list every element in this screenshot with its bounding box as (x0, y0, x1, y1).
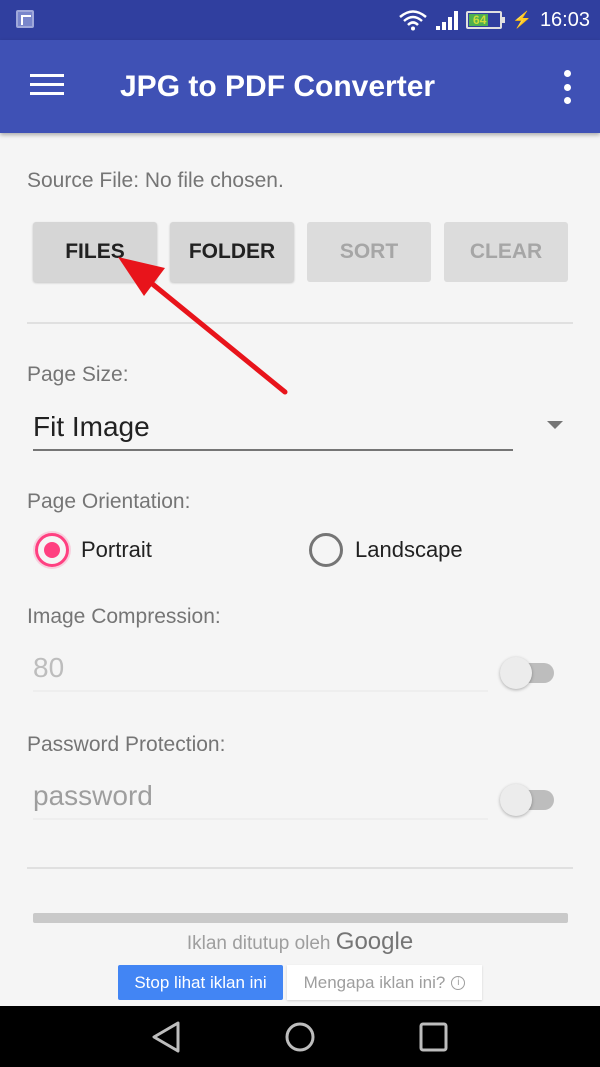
page-orientation-label: Page Orientation: (27, 490, 191, 513)
ad-feedback-buttons: Stop lihat iklan ini Mengapa iklan ini? … (118, 965, 482, 1000)
charging-icon: ⚡ (512, 12, 532, 29)
home-icon[interactable] (284, 1020, 316, 1054)
toggle-thumb (500, 784, 532, 816)
landscape-radio[interactable]: Landscape (309, 533, 463, 567)
info-icon: i (451, 975, 466, 990)
files-button[interactable]: FILES (33, 222, 157, 282)
ad-closed-notice: Iklan ditutup oleh Google (0, 928, 600, 956)
more-vert-icon[interactable] (562, 70, 572, 104)
sort-button[interactable]: SORT (307, 222, 431, 282)
page-size-dropdown[interactable]: Fit Image (33, 405, 563, 453)
password-input[interactable] (33, 780, 488, 820)
wifi-icon (399, 10, 427, 31)
app-bar: JPG to PDF Converter (0, 40, 600, 133)
app-title: JPG to PDF Converter (120, 70, 436, 103)
image-notification-icon (16, 10, 34, 28)
source-file-label: Source File: No file chosen. (27, 169, 284, 192)
folder-button[interactable]: FOLDER (170, 222, 294, 282)
toggle-thumb (500, 657, 532, 689)
landscape-label: Landscape (355, 537, 463, 562)
hamburger-menu-icon[interactable] (30, 74, 64, 100)
image-compression-label: Image Compression: (27, 605, 221, 628)
google-logo: Google (335, 928, 414, 955)
dropdown-underline (33, 449, 513, 451)
signal-icon (436, 10, 459, 30)
ad-placeholder-bar (33, 913, 568, 923)
radio-checked-icon (35, 533, 69, 567)
password-protection-label: Password Protection: (27, 733, 226, 756)
file-button-row: FILES FOLDER SORT CLEAR (33, 222, 568, 282)
divider (27, 867, 573, 869)
recents-icon[interactable] (418, 1020, 450, 1054)
divider (27, 322, 573, 324)
clock: 16:03 (539, 8, 590, 31)
why-this-ad-button[interactable]: Mengapa iklan ini? i (287, 965, 482, 1000)
back-icon[interactable] (150, 1020, 182, 1054)
status-bar: 64 ⚡ 16:03 (0, 0, 600, 40)
clear-button[interactable]: CLEAR (444, 222, 568, 282)
radio-unchecked-icon (309, 533, 343, 567)
stop-seeing-ad-button[interactable]: Stop lihat iklan ini (118, 965, 283, 1000)
battery-icon: 64 (466, 11, 506, 29)
why-this-ad-label: Mengapa iklan ini? (303, 972, 446, 992)
dropdown-arrow-icon (547, 421, 563, 429)
ad-closed-text: Iklan ditutup oleh (186, 933, 331, 954)
arrow-shaft (147, 279, 288, 395)
battery-percent: 64 (473, 13, 487, 27)
page-size-label: Page Size: (27, 363, 129, 386)
portrait-radio[interactable]: Portrait (35, 533, 152, 567)
password-toggle[interactable] (500, 782, 556, 816)
compression-input[interactable] (33, 652, 488, 692)
compression-toggle[interactable] (500, 655, 556, 689)
page-size-value: Fit Image (33, 411, 150, 442)
portrait-label: Portrait (81, 537, 152, 562)
system-navigation-bar (0, 1006, 600, 1067)
